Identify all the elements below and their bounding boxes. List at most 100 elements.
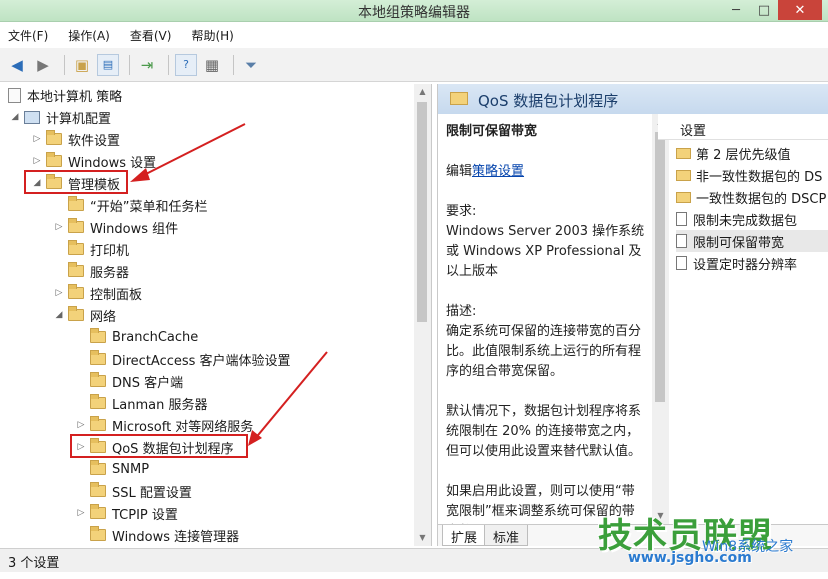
tree-item[interactable]: ▷ TCPIP 设置 xyxy=(74,502,178,524)
list-item-selected[interactable]: 限制可保留带宽 xyxy=(676,230,828,252)
folder-icon xyxy=(90,416,106,431)
scroll-thumb[interactable] xyxy=(417,102,427,322)
highlight-box xyxy=(24,170,128,194)
tab-standard[interactable]: 标准 xyxy=(484,525,529,546)
list-item[interactable]: 设置定时器分辨率 xyxy=(676,252,797,274)
folder-icon xyxy=(68,240,84,255)
folder-icon xyxy=(450,92,468,105)
list-item[interactable]: 限制未完成数据包 xyxy=(676,208,797,230)
description: 描述: 确定系统可保留的连接带宽的百分比。此值限制系统上运行的所有程序的组合带宽保… xyxy=(446,304,642,379)
expand-icon[interactable]: ▷ xyxy=(52,288,66,298)
tree-item[interactable]: Windows 连接管理器 xyxy=(74,524,239,546)
minimize-button[interactable]: ─ xyxy=(722,0,750,20)
settings-list: 设置 第 2 层优先级值 非一致性数据包的 DS 一致性数据包的 DSCP 限制… xyxy=(658,114,828,524)
computer-icon xyxy=(24,110,40,124)
tree-item[interactable]: 服务器 xyxy=(52,260,129,282)
folder-icon xyxy=(90,350,106,365)
details-header: QoS 数据包计划程序 xyxy=(438,84,828,114)
details-pane: QoS 数据包计划程序 限制可保留带宽 编辑策略设置 要求: Windows Se… xyxy=(437,84,828,546)
menu-view[interactable]: 查看(V) xyxy=(130,27,172,44)
menu-action[interactable]: 操作(A) xyxy=(68,27,110,44)
tree-item-computer-config[interactable]: ◢ 计算机配置 xyxy=(8,106,111,128)
watermark-url: www.jsgho.com xyxy=(628,550,752,566)
list-item[interactable]: 第 2 层优先级值 xyxy=(676,142,791,164)
folder-icon xyxy=(68,262,84,277)
folder-icon xyxy=(90,328,106,343)
folder-icon xyxy=(90,394,106,409)
tree-item[interactable]: DNS 客户端 xyxy=(74,370,183,392)
properties-icon[interactable]: ▦ xyxy=(201,54,223,76)
title-bar: 本地组策略编辑器 ─ □ ✕ xyxy=(0,0,828,22)
folder-icon xyxy=(46,130,62,145)
forward-arrow-icon[interactable]: ▶ xyxy=(32,54,54,76)
tree-item[interactable]: ▷ 软件设置 xyxy=(30,128,120,150)
window-title: 本地组策略编辑器 xyxy=(358,5,470,21)
maximize-button[interactable]: □ xyxy=(750,0,778,20)
tree-item-local-policy[interactable]: 本地计算机 策略 xyxy=(6,84,122,106)
close-button[interactable]: ✕ xyxy=(778,0,822,20)
scroll-up-icon[interactable]: ▲ xyxy=(414,84,431,100)
menu-help[interactable]: 帮助(H) xyxy=(191,27,233,44)
list-item[interactable]: 一致性数据包的 DSCP xyxy=(676,186,826,208)
folder-icon xyxy=(676,147,691,159)
tree-scrollbar[interactable]: ▲ ▼ xyxy=(414,84,431,546)
back-arrow-icon[interactable]: ◀ xyxy=(6,54,28,76)
folder-icon xyxy=(90,482,106,497)
folder-icon xyxy=(90,460,106,475)
folder-icon xyxy=(68,196,84,211)
tree-item[interactable]: ▷ Windows 设置 xyxy=(30,150,156,172)
tree-item[interactable]: Lanman 服务器 xyxy=(74,392,207,414)
tree-item[interactable]: SSL 配置设置 xyxy=(74,480,192,502)
expand-icon[interactable]: ▷ xyxy=(74,420,88,430)
folder-icon xyxy=(90,504,106,519)
edit-line: 编辑策略设置 xyxy=(446,164,525,179)
expand-icon[interactable]: ▷ xyxy=(30,134,44,144)
collapse-icon[interactable]: ◢ xyxy=(8,112,22,122)
toolbar-separator xyxy=(233,54,234,75)
toolbar-separator xyxy=(64,54,65,75)
toolbar: ◀ ▶ ▣ ▤ ⇥ ? ▦ ⏷ xyxy=(0,48,828,82)
filter-icon[interactable]: ⏷ xyxy=(240,54,262,76)
expand-icon[interactable]: ▷ xyxy=(30,156,44,166)
menu-bar: 文件(F) 操作(A) 查看(V) 帮助(H) xyxy=(0,22,828,48)
tree-item[interactable]: DirectAccess 客户端体验设置 xyxy=(74,348,291,370)
up-folder-icon[interactable]: ▣ xyxy=(71,54,93,76)
settings-column-header[interactable]: 设置 xyxy=(658,114,828,140)
export-list-icon[interactable]: ⇥ xyxy=(136,54,158,76)
folder-icon xyxy=(90,526,106,541)
tree-item-network[interactable]: ◢ 网络 xyxy=(52,304,116,326)
policy-setting-icon xyxy=(676,256,687,270)
tree-item[interactable]: ▷ Windows 组件 xyxy=(52,216,178,238)
folder-icon xyxy=(68,218,84,233)
folder-icon xyxy=(46,152,62,167)
tab-extended[interactable]: 扩展 xyxy=(442,525,487,546)
folder-icon xyxy=(676,191,691,203)
tree-item[interactable]: “开始”菜单和任务栏 xyxy=(52,194,207,216)
watermark: 技术员联盟 Win8系统之家 www.jsgho.com xyxy=(598,508,828,576)
menu-file[interactable]: 文件(F) xyxy=(8,27,48,44)
help-icon[interactable]: ? xyxy=(175,53,197,76)
collapse-icon[interactable]: ◢ xyxy=(52,310,66,320)
edit-policy-link[interactable]: 策略设置 xyxy=(472,164,524,179)
tree-item[interactable]: BranchCache xyxy=(74,326,198,348)
requirements: 要求: Windows Server 2003 操作系统或 Windows XP … xyxy=(446,204,645,279)
tree-item[interactable]: ▷ Microsoft 对等网络服务 xyxy=(74,414,253,436)
policy-setting-icon xyxy=(676,234,687,248)
list-item[interactable]: 非一致性数据包的 DS xyxy=(676,164,822,186)
tree-item[interactable]: 打印机 xyxy=(52,238,129,260)
scroll-down-icon[interactable]: ▼ xyxy=(414,530,431,546)
policy-description: 限制可保留带宽 编辑策略设置 要求: Windows Server 2003 操作… xyxy=(438,114,653,524)
folder-icon xyxy=(90,372,106,387)
folder-icon xyxy=(68,284,84,299)
tree-item[interactable]: SNMP xyxy=(74,458,149,480)
highlight-box xyxy=(70,434,248,458)
toolbar-separator xyxy=(168,54,169,75)
tree-item[interactable]: ▷ 控制面板 xyxy=(52,282,142,304)
policy-setting-icon xyxy=(676,212,687,226)
show-hide-tree-icon[interactable]: ▤ xyxy=(97,53,119,76)
expand-icon[interactable]: ▷ xyxy=(74,508,88,518)
policy-document-icon xyxy=(8,87,21,103)
folder-icon xyxy=(68,306,84,321)
expand-icon[interactable]: ▷ xyxy=(52,222,66,232)
toolbar-separator xyxy=(129,54,130,75)
